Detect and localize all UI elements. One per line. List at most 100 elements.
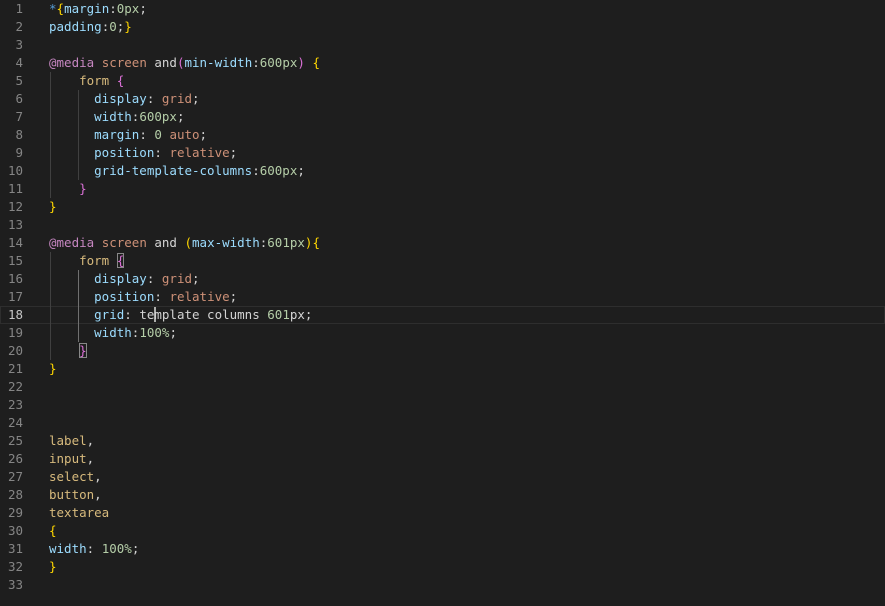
line-number: 1: [0, 0, 23, 18]
code-line[interactable]: 4@media screen and(min-width:600px) {: [0, 54, 885, 72]
code-line[interactable]: 25label,: [0, 432, 885, 450]
code-token: [49, 109, 94, 124]
code-text: }: [49, 198, 57, 216]
line-number: 16: [0, 270, 23, 288]
code-line[interactable]: 10 grid-template-columns:600px;: [0, 162, 885, 180]
code-token: [49, 163, 94, 178]
code-line[interactable]: 1*{margin:0px;: [0, 0, 885, 18]
code-line[interactable]: 17 position: relative;: [0, 288, 885, 306]
code-text: textarea: [49, 504, 109, 522]
code-editor[interactable]: 1*{margin:0px;2padding:0;}34@media scree…: [0, 0, 885, 606]
code-token: 600px: [260, 55, 298, 70]
line-number: 26: [0, 450, 23, 468]
code-line[interactable]: 31width: 100%;: [0, 540, 885, 558]
line-number: 5: [0, 72, 23, 90]
code-token: [49, 145, 94, 160]
code-text: input,: [49, 450, 94, 468]
code-line[interactable]: 6 display: grid;: [0, 90, 885, 108]
code-token: margin: [64, 1, 109, 16]
code-text: width:100%;: [49, 324, 177, 342]
code-token: ;: [132, 541, 140, 556]
code-token: 600px: [139, 109, 177, 124]
code-token: :: [147, 271, 162, 286]
code-token: [49, 91, 94, 106]
code-token: [109, 73, 117, 88]
code-token: {: [49, 523, 57, 538]
code-line[interactable]: 12}: [0, 198, 885, 216]
code-line[interactable]: 5 form {: [0, 72, 885, 90]
code-line[interactable]: 24: [0, 414, 885, 432]
code-line[interactable]: 20 }: [0, 342, 885, 360]
code-token: input: [49, 451, 87, 466]
code-token: px: [290, 307, 305, 322]
code-token: ;: [200, 127, 208, 142]
code-line[interactable]: 30 {: [0, 522, 885, 540]
code-line[interactable]: 8 margin: 0 auto;: [0, 126, 885, 144]
code-line[interactable]: 7 width:600px;: [0, 108, 885, 126]
code-token: grid: [94, 307, 124, 322]
code-token: @media: [49, 55, 94, 70]
code-token: width: [49, 541, 87, 556]
code-line[interactable]: 32}: [0, 558, 885, 576]
code-token: and: [147, 235, 185, 250]
code-token: {: [117, 73, 125, 88]
code-text: @media screen and (max-width:601px){: [49, 234, 320, 252]
code-token: and: [147, 55, 177, 70]
code-token: [49, 289, 94, 304]
line-number: 30: [0, 522, 23, 540]
line-number: 19: [0, 324, 23, 342]
code-line[interactable]: 9 position: relative;: [0, 144, 885, 162]
code-line[interactable]: 18 grid: template columns 601px;: [0, 306, 885, 324]
code-text: }: [49, 558, 57, 576]
code-token: (: [184, 235, 192, 250]
code-line[interactable]: 13: [0, 216, 885, 234]
code-token: display: [94, 91, 147, 106]
code-token: }: [79, 181, 87, 196]
line-number: 31: [0, 540, 23, 558]
code-token: ;: [230, 289, 238, 304]
code-token: :: [147, 91, 162, 106]
code-token: ;: [230, 145, 238, 160]
code-text: margin: 0 auto;: [49, 126, 207, 144]
line-number: 10: [0, 162, 23, 180]
code-token: position: [94, 289, 154, 304]
line-number: 12: [0, 198, 23, 216]
code-line[interactable]: 26 input,: [0, 450, 885, 468]
line-number: 2: [0, 18, 23, 36]
line-number: 32: [0, 558, 23, 576]
code-text: width:600px;: [49, 108, 185, 126]
code-token: grid: [162, 91, 192, 106]
code-token: *: [49, 1, 57, 16]
code-token: form: [79, 253, 109, 268]
code-line[interactable]: 29textarea: [0, 504, 885, 522]
code-line[interactable]: 28button,: [0, 486, 885, 504]
code-line[interactable]: 22: [0, 378, 885, 396]
code-line[interactable]: 3: [0, 36, 885, 54]
code-token: [49, 307, 94, 322]
code-token: {: [57, 1, 65, 16]
code-line[interactable]: 33: [0, 576, 885, 594]
code-token: [49, 181, 79, 196]
line-number: 18: [0, 306, 23, 324]
code-token: ,: [87, 451, 95, 466]
code-line[interactable]: 27select,: [0, 468, 885, 486]
code-token: }: [49, 559, 57, 574]
code-line[interactable]: 14@media screen and (max-width:601px){: [0, 234, 885, 252]
code-token: padding: [49, 19, 102, 34]
code-text: button,: [49, 486, 102, 504]
code-line[interactable]: 19 width:100%;: [0, 324, 885, 342]
code-token: screen: [102, 55, 147, 70]
code-line[interactable]: 2padding:0;}: [0, 18, 885, 36]
code-line[interactable]: 15 form {: [0, 252, 885, 270]
code-token: ;: [297, 163, 305, 178]
code-line[interactable]: 23: [0, 396, 885, 414]
code-token: [49, 127, 94, 142]
code-token: ,: [87, 433, 95, 448]
code-token: }: [49, 199, 57, 214]
code-line[interactable]: 11 }: [0, 180, 885, 198]
code-token: :: [87, 541, 102, 556]
code-token: form: [79, 73, 109, 88]
code-token: }: [124, 19, 132, 34]
code-line[interactable]: 21}: [0, 360, 885, 378]
code-line[interactable]: 16 display: grid;: [0, 270, 885, 288]
